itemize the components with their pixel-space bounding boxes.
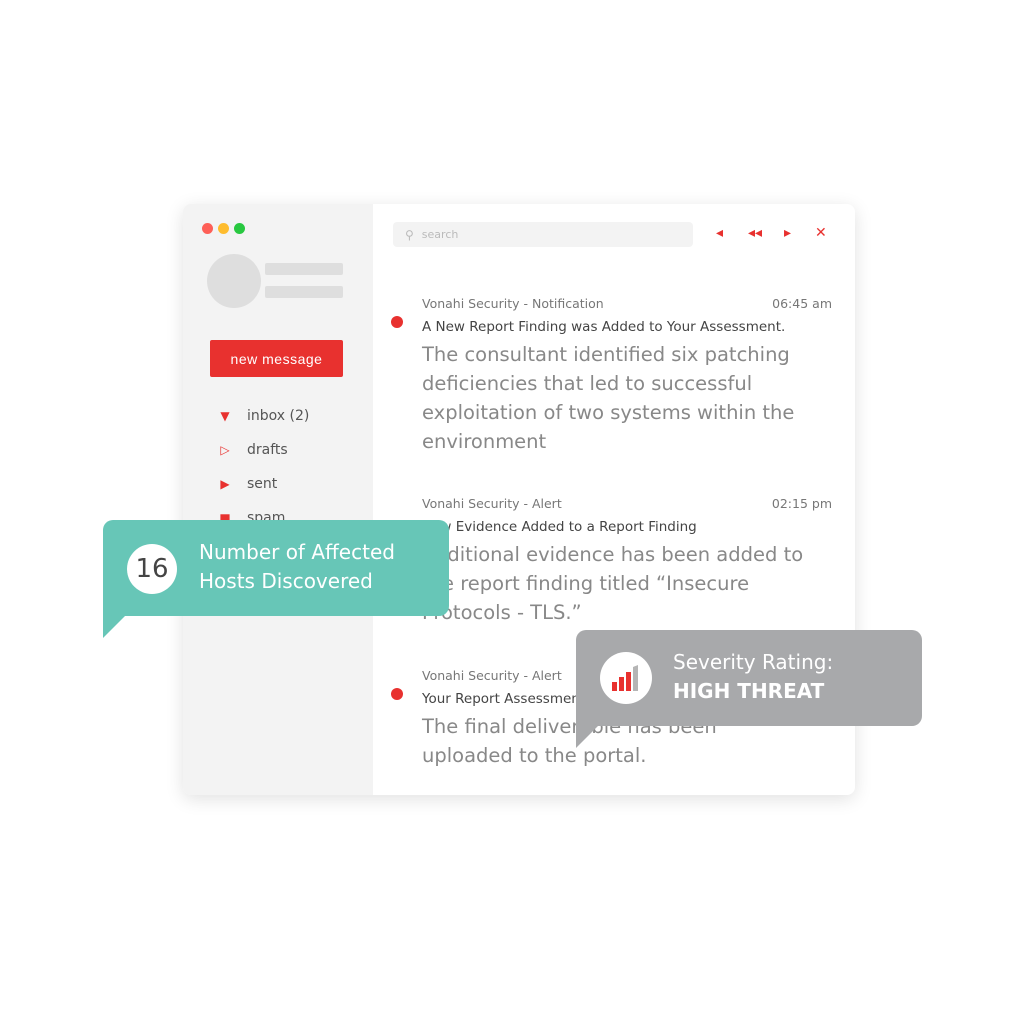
folder-label: drafts — [247, 442, 288, 458]
message-sender: Vonahi Security - Alert — [422, 496, 562, 511]
folder-label: sent — [247, 476, 278, 492]
message-time: 06:45 am — [772, 296, 832, 311]
maximize-window-button[interactable] — [234, 223, 245, 234]
next-icon[interactable]: ▸ — [784, 225, 791, 241]
close-window-button[interactable] — [202, 223, 213, 234]
severity-callout: Severity Rating: HIGH THREAT — [576, 630, 922, 726]
message-body: Additional evidence has been added to th… — [422, 543, 804, 624]
callout-text: Severity Rating: HIGH THREAT — [673, 650, 834, 703]
message-body: The consultant identified six patching d… — [422, 343, 795, 453]
triangle-right-outline-icon: ▷ — [220, 443, 230, 457]
email-placeholder — [265, 286, 343, 298]
close-icon[interactable]: ✕ — [815, 225, 827, 241]
avatar — [207, 254, 261, 308]
username-placeholder — [265, 263, 343, 275]
sidebar: new message ▼ inbox (2) ▷ drafts ▶ sent ■ sp… — [183, 204, 373, 795]
rewind-icon[interactable]: ◂◂ — [748, 225, 762, 241]
search-icon: ⚲ — [405, 227, 414, 242]
search-input[interactable]: ⚲ search — [393, 222, 693, 247]
message-subject: New Evidence Added to a Report Finding — [422, 519, 697, 535]
message-time: 02:15 pm — [771, 496, 832, 511]
folder-sent[interactable]: ▶ sent — [215, 476, 277, 492]
message-item[interactable]: Vonahi Security - Alert 02:15 pm New Evi… — [422, 496, 832, 627]
affected-hosts-callout: 16 Number of Affected Hosts Discovered — [103, 520, 449, 616]
message-sender: Vonahi Security - Notification — [422, 296, 604, 311]
unread-dot — [391, 688, 403, 700]
folder-inbox[interactable]: ▼ inbox (2) — [215, 408, 309, 424]
folder-label: inbox (2) — [247, 408, 310, 424]
search-placeholder: search — [421, 228, 459, 241]
triangle-down-icon: ▼ — [220, 409, 230, 423]
triangle-right-icon: ▶ — [220, 477, 230, 491]
minimize-window-button[interactable] — [218, 223, 229, 234]
callout-text: Number of Affected Hosts Discovered — [199, 540, 395, 593]
signal-bars-icon — [600, 652, 652, 704]
prev-icon[interactable]: ◂ — [716, 225, 723, 241]
folder-drafts[interactable]: ▷ drafts — [215, 442, 288, 458]
host-count-badge: 16 — [127, 544, 177, 594]
new-message-button[interactable]: new message — [210, 340, 343, 377]
unread-dot — [391, 316, 403, 328]
message-item[interactable]: Vonahi Security - Notification 06:45 am … — [391, 296, 832, 456]
message-subject: A New Report Finding was Added to Your A… — [422, 319, 786, 335]
